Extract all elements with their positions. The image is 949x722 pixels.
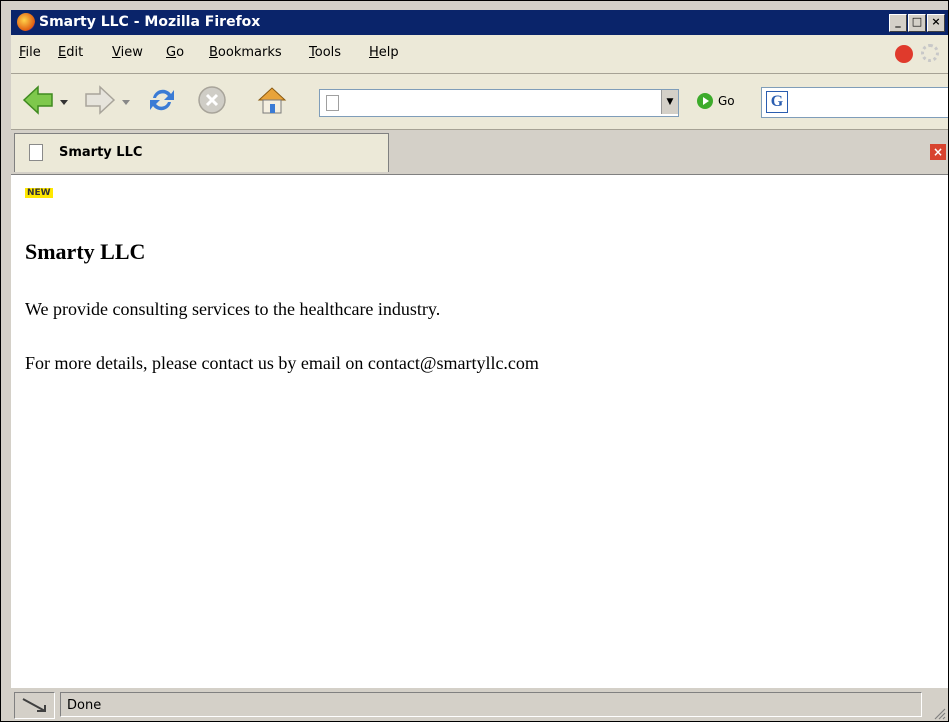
status-text: Done <box>60 692 922 717</box>
resize-grip-icon[interactable] <box>932 706 946 720</box>
tab-smarty-llc[interactable]: Smarty LLC <box>14 133 389 172</box>
forward-history-dropdown-icon[interactable] <box>121 97 131 107</box>
throbber-icon <box>921 44 939 62</box>
close-tab-icon[interactable]: × <box>930 144 946 160</box>
tab-bar: Smarty LLC × <box>11 130 948 175</box>
title-bar[interactable]: Smarty LLC - Mozilla Firefox _ □ × <box>11 10 948 35</box>
reload-icon[interactable] <box>145 83 179 117</box>
menu-edit[interactable]: Edit <box>58 45 83 60</box>
page-heading: Smarty LLC <box>25 239 146 264</box>
close-button[interactable]: × <box>927 14 945 32</box>
navigation-toolbar: ▼ Go G <box>11 74 948 130</box>
firefox-icon <box>17 13 35 31</box>
menu-bookmarks[interactable]: Bookmarks <box>209 45 282 60</box>
google-search-engine-icon[interactable]: G <box>766 91 788 113</box>
menu-bar: File Edit View Go Bookmarks Tools Help <box>11 35 948 74</box>
search-bar[interactable]: G <box>761 87 948 118</box>
new-badge: NEW <box>25 188 53 198</box>
menu-go[interactable]: Go <box>166 45 184 60</box>
home-icon[interactable] <box>255 83 289 117</box>
menu-tools[interactable]: Tools <box>309 45 341 60</box>
forward-icon[interactable] <box>83 83 117 117</box>
back-history-dropdown-icon[interactable] <box>59 97 69 107</box>
update-alert-icon[interactable] <box>895 45 913 63</box>
stop-icon[interactable] <box>195 83 229 117</box>
back-icon[interactable] <box>21 83 55 117</box>
minimize-button[interactable]: _ <box>889 14 907 32</box>
tab-page-icon <box>29 144 43 161</box>
go-button-label[interactable]: Go <box>718 94 735 108</box>
menu-view[interactable]: View <box>112 45 143 60</box>
window-title: Smarty LLC - Mozilla Firefox <box>39 14 261 30</box>
address-bar[interactable]: ▼ <box>319 89 679 117</box>
status-bar: Done <box>11 687 948 721</box>
page-paragraph-services: We provide consulting services to the he… <box>25 299 441 319</box>
menu-file[interactable]: File <box>19 45 41 60</box>
page-icon <box>326 95 339 111</box>
url-dropdown-button[interactable]: ▼ <box>661 90 678 114</box>
menu-help[interactable]: Help <box>369 45 399 60</box>
maximize-button[interactable]: □ <box>908 14 926 32</box>
tab-label: Smarty LLC <box>59 145 143 160</box>
go-icon[interactable] <box>697 93 713 109</box>
browser-window: Smarty LLC - Mozilla Firefox _ □ × File … <box>0 0 949 722</box>
page-content: NEW Smarty LLC We provide consulting ser… <box>11 175 948 687</box>
connection-status-icon <box>14 692 55 719</box>
page-paragraph-contact: For more details, please contact us by e… <box>25 353 539 373</box>
